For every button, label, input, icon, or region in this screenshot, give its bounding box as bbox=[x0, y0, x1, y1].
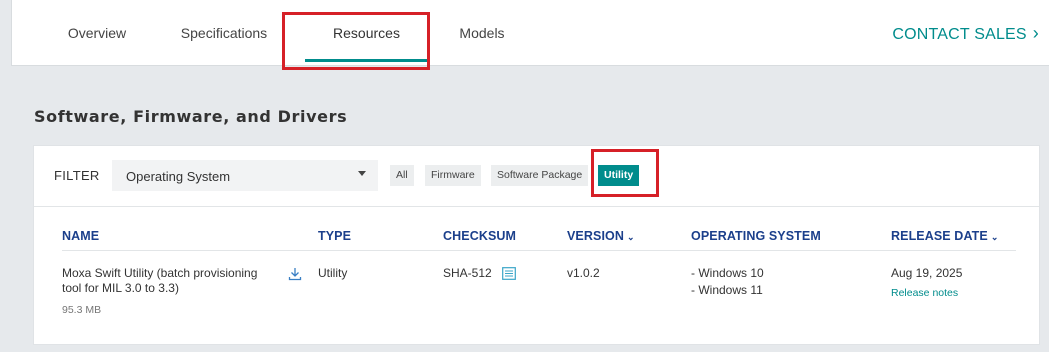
sort-arrow-icon: ⌄ bbox=[626, 232, 635, 242]
release-date-header-label: RELEASE DATE bbox=[891, 229, 988, 243]
sort-arrow-icon: ⌄ bbox=[990, 232, 999, 242]
file-type: Utility bbox=[318, 266, 348, 280]
column-header-name: NAME bbox=[62, 229, 100, 243]
column-header-checksum: CHECKSUM bbox=[443, 229, 517, 243]
operating-system-select[interactable]: Operating System bbox=[112, 160, 378, 191]
column-header-type: TYPE bbox=[318, 229, 352, 243]
contact-sales-link[interactable]: CONTACT SALES › bbox=[892, 0, 1039, 66]
checksum-document-icon[interactable] bbox=[502, 267, 516, 285]
column-header-release-date[interactable]: RELEASE DATE ⌄ bbox=[891, 229, 998, 243]
chevron-right-icon: › bbox=[1032, 23, 1039, 43]
column-header-version[interactable]: VERSION ⌄ bbox=[567, 229, 635, 243]
file-name-line1: Moxa Swift Utility (batch provisioning bbox=[62, 266, 258, 280]
tab-specifications[interactable]: Specifications bbox=[174, 0, 274, 66]
resources-tab-highlight bbox=[282, 12, 430, 70]
utility-chip-highlight bbox=[591, 149, 659, 197]
caret-down-icon bbox=[358, 171, 366, 176]
filter-label: FILTER bbox=[54, 168, 100, 183]
file-size: 95.3 MB bbox=[62, 304, 102, 316]
filter-bar: FILTER Operating System All Firmware Sof… bbox=[34, 146, 1039, 207]
version-header-label: VERSION bbox=[567, 229, 624, 243]
release-date-value: Aug 19, 2025 bbox=[891, 266, 963, 280]
checksum-label: SHA-512 bbox=[443, 266, 492, 280]
download-icon[interactable] bbox=[288, 267, 302, 286]
select-value: Operating System bbox=[126, 169, 231, 184]
os-item: - Windows 11 bbox=[691, 283, 763, 297]
filter-chip-software-package[interactable]: Software Package bbox=[491, 165, 589, 186]
os-item: - Windows 10 bbox=[691, 266, 764, 280]
section-title: Software, Firmware, and Drivers bbox=[34, 107, 348, 126]
product-tab-bar: Overview Specifications Resources Models… bbox=[11, 0, 1049, 66]
file-name-line2: tool for MIL 3.0 to 3.3) bbox=[62, 281, 179, 295]
release-notes-link[interactable]: Release notes bbox=[891, 287, 958, 299]
downloads-panel: FILTER Operating System All Firmware Sof… bbox=[33, 145, 1040, 345]
contact-sales-label: CONTACT SALES bbox=[892, 26, 1027, 43]
version-value: v1.0.2 bbox=[567, 266, 600, 280]
column-header-operating-system: OPERATING SYSTEM bbox=[691, 229, 821, 243]
tab-models[interactable]: Models bbox=[452, 0, 512, 66]
header-divider bbox=[62, 250, 1016, 251]
filter-chip-firmware[interactable]: Firmware bbox=[425, 165, 481, 186]
filter-chip-all[interactable]: All bbox=[390, 165, 414, 186]
tab-overview[interactable]: Overview bbox=[62, 0, 132, 66]
